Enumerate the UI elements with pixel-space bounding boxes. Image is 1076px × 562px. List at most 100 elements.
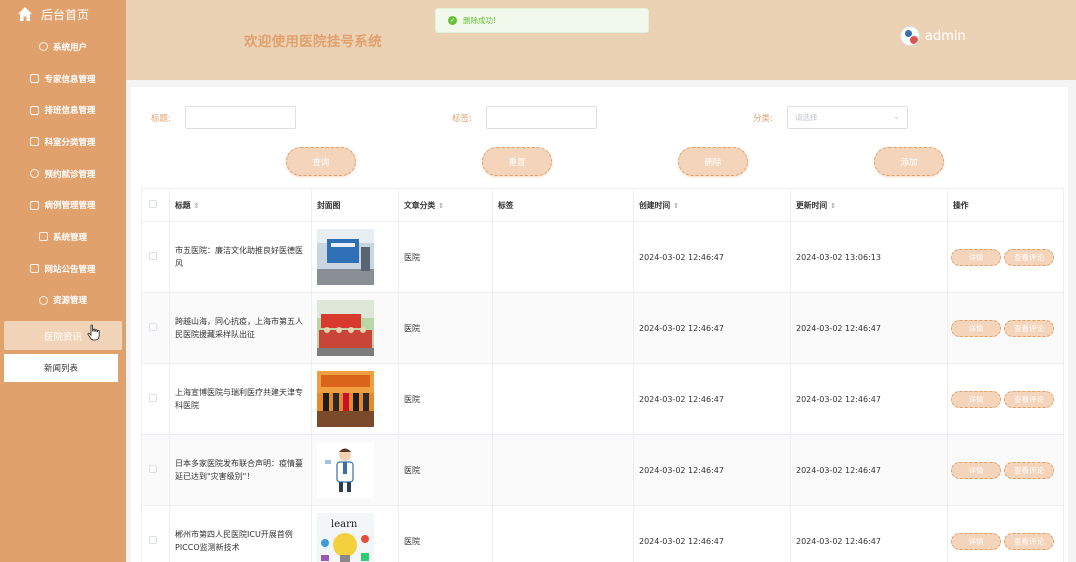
col-tag: 标签: [492, 188, 634, 222]
view-comments-button[interactable]: 查看评论: [1004, 248, 1054, 266]
updated-time: 2024-03-02 13:06:13: [790, 221, 948, 293]
svg-text:learn: learn: [331, 519, 358, 530]
edit-icon: [30, 137, 40, 147]
sidebar-item[interactable]: 排班信息管理: [0, 94, 126, 126]
delete-button[interactable]: 删除: [678, 147, 748, 176]
actions-cell: 详情 查看评论: [947, 363, 1064, 435]
table-row: 日本多家医院发布联合声明：疫情蔓延已达到"灾害级别"！ 医院 2024-03-02 …: [141, 434, 1064, 506]
created-time: 2024-03-02 12:46:47: [633, 221, 791, 293]
edit-icon: [30, 200, 40, 210]
page-title: 欢迎使用医院挂号系统: [244, 34, 382, 50]
detail-button[interactable]: 详情: [951, 461, 1001, 479]
user-menu[interactable]: admin: [900, 26, 966, 46]
sidebar-item[interactable]: 预约就诊管理: [0, 158, 126, 190]
category-cell: 医院: [398, 363, 493, 435]
cloud-icon: [38, 42, 48, 52]
sidebar-home[interactable]: 后台首页: [0, 0, 126, 28]
view-comments-button[interactable]: 查看评论: [1004, 461, 1054, 479]
select-all-checkbox[interactable]: [149, 200, 157, 208]
detail-button[interactable]: 详情: [951, 390, 1001, 408]
col-updated[interactable]: 更新时间 ⇕: [790, 188, 948, 222]
detail-button[interactable]: 详情: [951, 248, 1001, 266]
sidebar-home-label: 后台首页: [41, 7, 90, 22]
news-table: 标题 ⇕ 封面图 文章分类 ⇕ 标签 创建时间 ⇕ 更新时间 ⇕ 操作 市五医院：廉洁文…: [141, 188, 1064, 562]
tag-filter-label: 标签:: [452, 114, 472, 124]
submenu-label: 新闻列表: [43, 364, 78, 375]
row-checkbox[interactable]: [149, 536, 157, 544]
category-select[interactable]: 请选择 ⌄: [787, 106, 908, 129]
add-button[interactable]: 添加: [874, 147, 944, 176]
sidebar-item[interactable]: 网站公告管理: [0, 253, 126, 285]
col-actions: 操作: [947, 188, 1064, 222]
updated-time: 2024-03-02 12:46:47: [790, 363, 948, 435]
detail-button[interactable]: 详情: [951, 319, 1001, 337]
submenu-news-list[interactable]: 新闻列表: [4, 354, 118, 383]
table-row: 郴州市第四人民医院ICU开展首例PICCO监测新技术 learn 医院 2024-03…: [141, 505, 1064, 562]
sidebar-item[interactable]: 科室分类管理: [0, 126, 126, 158]
sort-icon[interactable]: ⇕: [673, 202, 679, 210]
sidebar-item[interactable]: 病例管理管理: [0, 189, 126, 221]
detail-button[interactable]: 详情: [951, 532, 1001, 550]
sidebar-item-label: 科室分类管理: [44, 137, 96, 148]
sidebar-item[interactable]: 资源管理: [0, 285, 126, 317]
edit-icon: [30, 105, 40, 115]
action-buttons: 查询 重置 删除 添加: [131, 147, 1068, 176]
news-title: 跨越山海，同心抗疫，上海市第五人民医院援藏采样队出征: [169, 292, 312, 364]
search-form: 标题: 标签: 分类: 请选择 ⌄: [131, 106, 1068, 130]
tag-search-input[interactable]: [486, 106, 597, 129]
view-comments-button[interactable]: 查看评论: [1004, 319, 1054, 337]
toast-message: 删除成功!: [463, 16, 497, 25]
created-time: 2024-03-02 12:46:47: [633, 292, 791, 364]
grid-icon: [38, 232, 48, 242]
actions-cell: 详情 查看评论: [947, 221, 1064, 293]
category-cell: 医院: [398, 292, 493, 364]
cover-image: learn: [317, 513, 393, 562]
row-select-cell: [141, 292, 170, 364]
created-time: 2024-03-02 12:46:47: [633, 505, 791, 562]
table-row: 市五医院：廉洁文化助推良好医德医风 医院 2024-03-02 12:46:47 20…: [141, 221, 1064, 293]
sidebar-item[interactable]: 专家信息管理: [0, 63, 126, 95]
title-search-input[interactable]: [185, 106, 296, 129]
sidebar-item[interactable]: 系统用户: [0, 31, 126, 63]
news-title: 市五医院：廉洁文化助推良好医德医风: [169, 221, 312, 293]
col-title[interactable]: 标题 ⇕: [169, 188, 312, 222]
cover-image: [317, 442, 393, 498]
sidebar-item-label: 系统用户: [52, 42, 87, 53]
home-icon: [18, 7, 32, 21]
avatar[interactable]: [900, 26, 920, 46]
col-cover: 封面图: [311, 188, 399, 222]
updated-time: 2024-03-02 12:46:47: [790, 434, 948, 506]
tag-cell: [492, 221, 634, 293]
edit-icon: [30, 74, 40, 84]
row-checkbox[interactable]: [149, 323, 157, 331]
view-comments-button[interactable]: 查看评论: [1004, 532, 1054, 550]
col-category[interactable]: 文章分类 ⇕: [398, 188, 493, 222]
row-checkbox[interactable]: [149, 394, 157, 402]
updated-time: 2024-03-02 12:46:47: [790, 505, 948, 562]
username: admin: [925, 28, 966, 44]
sidebar-menu: 系统用户专家信息管理 排班信息管理科室分类管理预约就诊管理 病例管理管理 系统管理 网站…: [0, 31, 126, 316]
reset-button[interactable]: 重置: [482, 147, 552, 176]
row-checkbox[interactable]: [149, 465, 157, 473]
chevron-down-icon: ⌄: [893, 112, 900, 121]
updated-time: 2024-03-02 12:46:47: [790, 292, 948, 364]
tag-cell: [492, 434, 634, 506]
cover-image: [317, 229, 393, 285]
col-created[interactable]: 创建时间 ⇕: [633, 188, 791, 222]
row-checkbox[interactable]: [149, 252, 157, 260]
view-comments-button[interactable]: 查看评论: [1004, 390, 1054, 408]
cover-image: [317, 300, 393, 356]
sort-icon[interactable]: ⇕: [830, 202, 836, 210]
category-cell: 医院: [398, 434, 493, 506]
actions-cell: 详情 查看评论: [947, 292, 1064, 364]
sort-icon[interactable]: ⇕: [194, 202, 200, 210]
row-select-cell: [141, 221, 170, 293]
row-select-cell: [141, 505, 170, 562]
check-circle-icon: ✓: [448, 16, 457, 25]
query-button[interactable]: 查询: [286, 147, 356, 176]
sidebar-item-hospital-news[interactable]: 医院资讯: [4, 321, 122, 351]
sidebar-item[interactable]: 系统管理: [0, 221, 126, 253]
category-filter-label: 分类:: [753, 114, 773, 124]
cover-cell: [311, 434, 399, 506]
sort-icon[interactable]: ⇕: [438, 202, 444, 210]
